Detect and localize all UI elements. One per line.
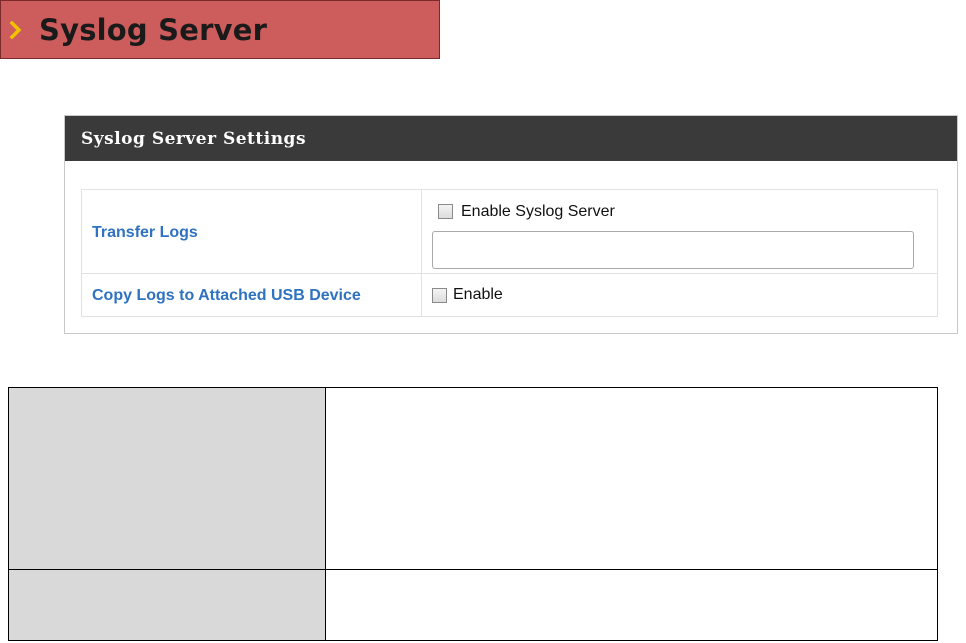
- settings-panel: Syslog Server Settings Transfer Logs Ena…: [64, 115, 958, 334]
- description-term-cell: [8, 569, 326, 641]
- enable-usb-copy-label: Enable: [453, 286, 503, 303]
- settings-table: Transfer Logs Enable Syslog Server Copy …: [81, 189, 938, 317]
- description-row: [8, 387, 938, 570]
- enable-syslog-label: Enable Syslog Server: [461, 202, 615, 220]
- panel-header: Syslog Server Settings: [65, 116, 957, 161]
- settings-row-copy-logs: Copy Logs to Attached USB Device Enable: [81, 273, 938, 317]
- enable-usb-copy-checkbox[interactable]: [432, 287, 447, 303]
- label-cell: Copy Logs to Attached USB Device: [81, 273, 422, 317]
- copy-logs-label: Copy Logs to Attached USB Device: [92, 287, 361, 304]
- syslog-server-input[interactable]: [432, 230, 914, 269]
- label-cell: Transfer Logs: [81, 189, 422, 274]
- page-title: Syslog Server: [39, 12, 268, 47]
- panel-title: Syslog Server Settings: [81, 128, 307, 149]
- description-table: [8, 387, 938, 641]
- description-term-cell: [8, 387, 326, 570]
- enable-syslog-checkbox[interactable]: [438, 204, 453, 219]
- chevron-right-icon: [1, 0, 31, 59]
- description-detail-cell: [325, 569, 938, 641]
- settings-row-transfer-logs: Transfer Logs Enable Syslog Server: [81, 189, 938, 274]
- transfer-logs-label: Transfer Logs: [92, 223, 198, 241]
- description-detail-cell: [325, 387, 938, 570]
- page-title-banner: Syslog Server: [0, 0, 440, 59]
- value-cell: Enable Syslog Server: [421, 189, 938, 274]
- description-row: [8, 569, 938, 641]
- value-cell: Enable: [421, 273, 938, 317]
